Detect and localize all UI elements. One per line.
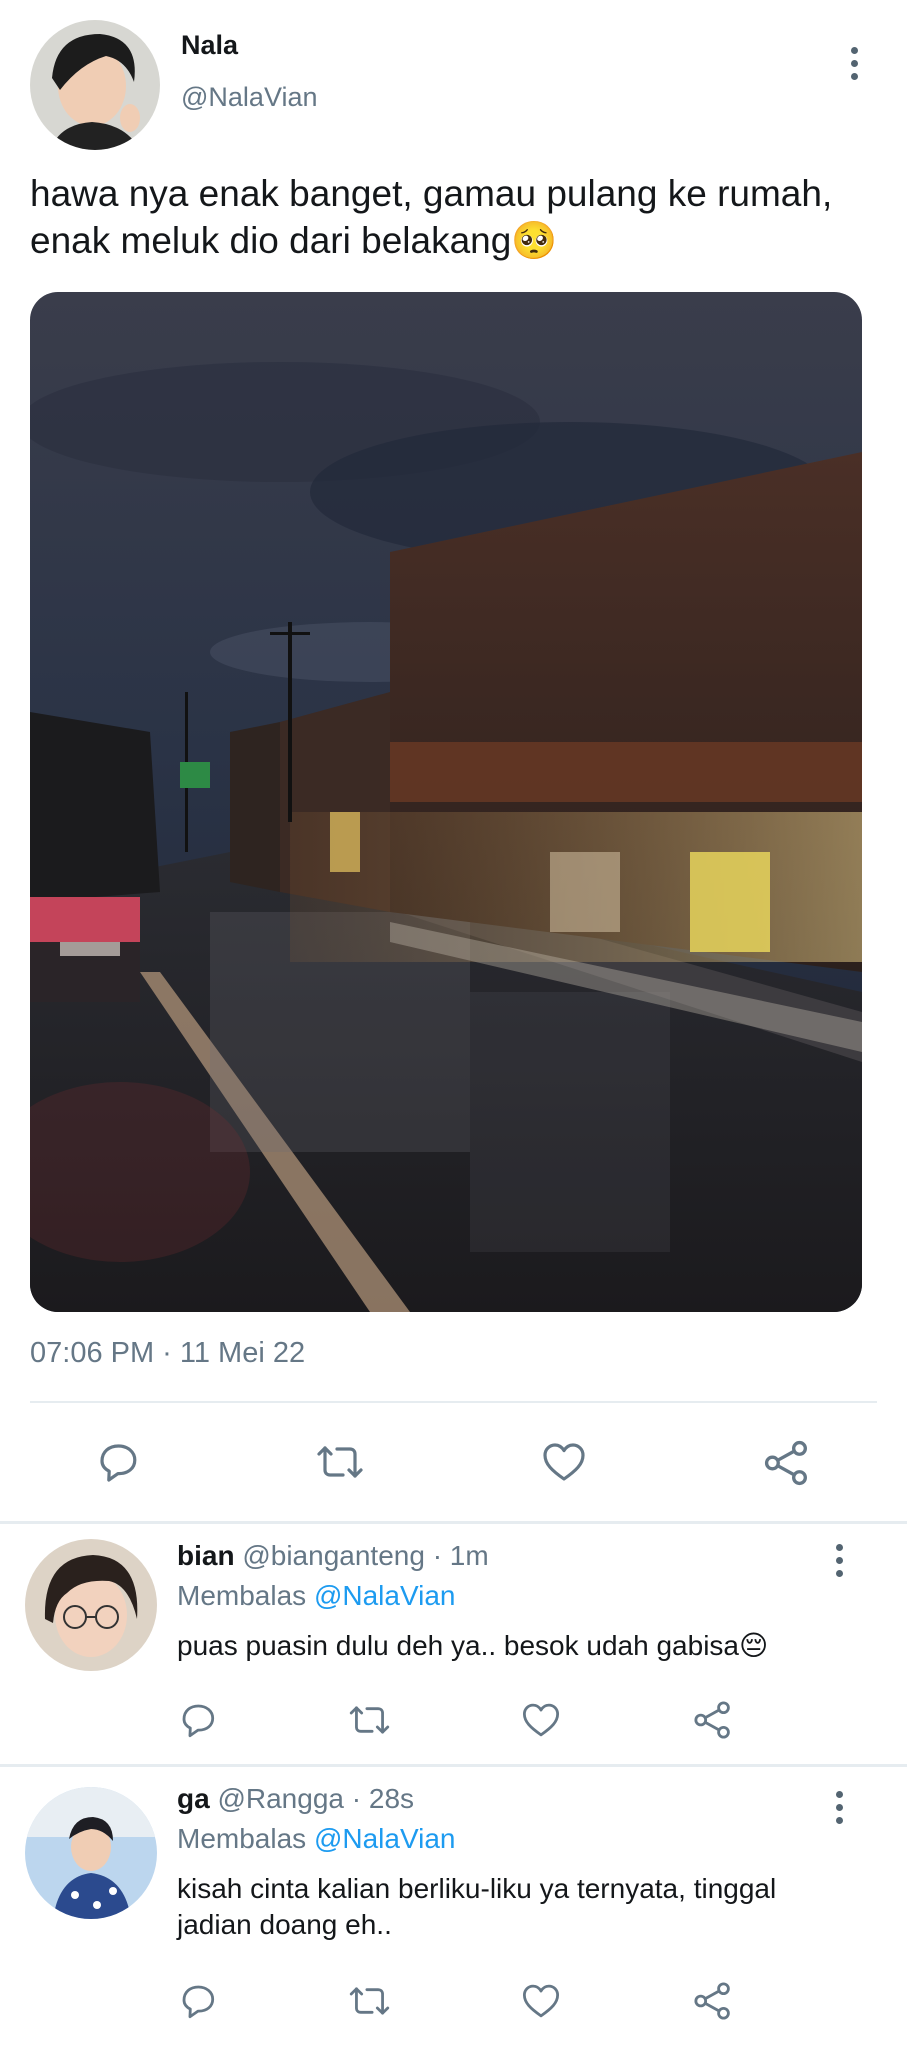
reply-display-name[interactable]: ga xyxy=(177,1783,210,1814)
reply-avatar[interactable] xyxy=(25,1539,157,1671)
author-display-name[interactable]: Nala xyxy=(181,30,238,61)
author-handle[interactable]: @NalaVian xyxy=(181,82,318,113)
divider xyxy=(30,1401,877,1403)
reply-time: · 1m xyxy=(432,1540,489,1571)
tweet-text-line-2: enak meluk dio dari belakang🥺 xyxy=(30,217,890,264)
reply-text: puas puasin dulu deh ya.. besok udah gab… xyxy=(177,1628,768,1664)
tweet-text-line-1: hawa nya enak banget, gamau pulang ke ru… xyxy=(30,173,833,214)
retweet-icon[interactable] xyxy=(313,1438,367,1486)
replying-to-prefix: Membalas xyxy=(177,1580,307,1611)
replying-to: Membalas @NalaVian xyxy=(177,1580,456,1612)
reply-more-options-icon[interactable] xyxy=(832,1791,846,1824)
reply-display-name[interactable]: bian xyxy=(177,1540,235,1571)
reply-icon[interactable] xyxy=(94,1438,142,1486)
reply-text-line-2: jadian doang eh.. xyxy=(177,1909,392,1940)
reply-handle[interactable]: @bianganteng xyxy=(242,1540,425,1571)
reply-time: · 28s xyxy=(351,1783,415,1814)
reply-handle[interactable]: @Rangga xyxy=(217,1783,344,1814)
author-avatar[interactable] xyxy=(30,20,160,150)
reply-item[interactable]: ga @Rangga · 28s Membalas @NalaVian kisa… xyxy=(0,1767,907,2048)
reply-text-line-1: puas puasin dulu deh ya.. besok udah gab… xyxy=(177,1630,739,1661)
reply-more-options-icon[interactable] xyxy=(832,1544,846,1577)
reply-header: bian @bianganteng · 1m xyxy=(177,1540,489,1572)
reply-heart-icon[interactable] xyxy=(520,1980,562,2022)
reply-header: ga @Rangga · 28s xyxy=(177,1783,414,1815)
reply-text: kisah cinta kalian berliku-liku ya terny… xyxy=(177,1871,877,1943)
more-options-icon[interactable] xyxy=(847,47,861,80)
reply-item[interactable]: bian @bianganteng · 1m Membalas @NalaVia… xyxy=(0,1524,907,1764)
reply-share-icon[interactable] xyxy=(692,1980,734,2022)
reply-reply-icon[interactable] xyxy=(177,1980,219,2022)
reply-retweet-icon[interactable] xyxy=(346,1980,393,2022)
tweet-text: hawa nya enak banget, gamau pulang ke ru… xyxy=(30,170,890,264)
replying-to: Membalas @NalaVian xyxy=(177,1823,456,1855)
replying-to-handle[interactable]: @NalaVian xyxy=(314,1580,456,1611)
replying-to-handle[interactable]: @NalaVian xyxy=(314,1823,456,1854)
pleading-face-emoji: 🥺 xyxy=(511,219,558,262)
tweet-photo[interactable] xyxy=(30,292,862,1312)
reply-retweet-icon[interactable] xyxy=(346,1699,393,1741)
reply-avatar[interactable] xyxy=(25,1787,157,1919)
heart-icon[interactable] xyxy=(539,1438,589,1486)
reply-reply-icon[interactable] xyxy=(177,1699,219,1741)
share-icon[interactable] xyxy=(762,1438,812,1488)
tweet-text-line-2-text: enak meluk dio dari belakang xyxy=(30,220,512,261)
replying-to-prefix: Membalas xyxy=(177,1823,307,1854)
tweet-timestamp[interactable]: 07:06 PM · 11 Mei 22 xyxy=(30,1337,305,1370)
reply-share-icon[interactable] xyxy=(692,1699,734,1741)
reply-text-line-1: kisah cinta kalian berliku-liku ya terny… xyxy=(177,1873,777,1904)
pensive-face-emoji: 😔 xyxy=(738,1629,769,1662)
reply-heart-icon[interactable] xyxy=(520,1699,562,1741)
